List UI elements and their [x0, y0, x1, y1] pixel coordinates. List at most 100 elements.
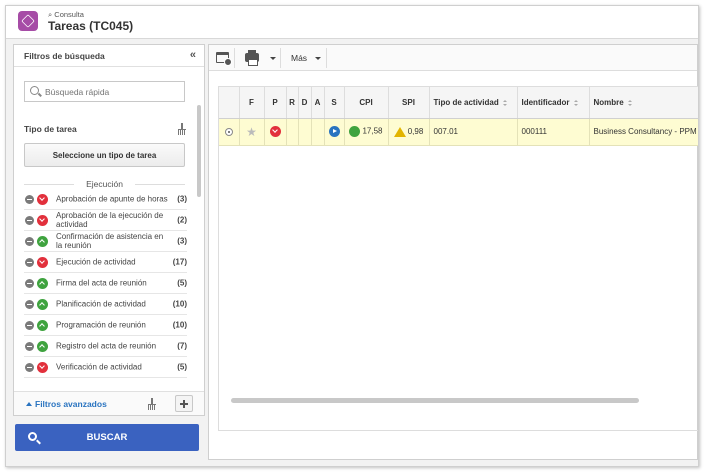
- results-panel: Más F P R D A S CPI SPI Tipo de activida…: [208, 44, 698, 460]
- col-header-activity-type[interactable]: Tipo de actividad: [429, 87, 518, 119]
- page-header: ⌕ Consulta Tareas (TC045): [6, 6, 698, 39]
- col-select: [219, 87, 240, 119]
- chevron-down-icon: [270, 57, 276, 60]
- collapse-sidebar-icon[interactable]: «: [190, 49, 196, 61]
- sidebar-title: Filtros de búsqueda: [24, 51, 105, 61]
- col-header-identifier[interactable]: Identificador: [517, 87, 590, 119]
- list-item-count: (17): [172, 257, 187, 267]
- col-header-spi[interactable]: SPI: [388, 87, 430, 119]
- col-header-a[interactable]: A: [311, 87, 325, 119]
- quick-search-box[interactable]: [24, 81, 185, 102]
- list-item[interactable]: Verificación de actividad (5): [24, 357, 187, 378]
- page-title: Tareas (TC045): [48, 19, 134, 33]
- list-item-count: (2): [177, 215, 187, 225]
- printer-icon: [245, 50, 259, 66]
- row-radio[interactable]: [224, 127, 233, 136]
- col-header-r[interactable]: R: [286, 87, 299, 119]
- cpi-cell: 17,58: [344, 118, 389, 146]
- minus-icon: [25, 258, 34, 267]
- list-item-count: (10): [172, 299, 187, 309]
- new-record-button[interactable]: [211, 48, 235, 68]
- chevron-down-icon: [315, 57, 321, 60]
- list-item-label: Aprobación de apunte de horas: [56, 194, 168, 204]
- list-item-label: Verificación de actividad: [56, 362, 142, 372]
- list-item[interactable]: Ejecución de actividad (17): [24, 252, 187, 273]
- col-header-f[interactable]: F: [239, 87, 265, 119]
- list-item-label: Programación de reunión: [56, 320, 146, 330]
- star-icon[interactable]: ★: [246, 125, 257, 139]
- search-button[interactable]: BUSCAR: [15, 424, 199, 451]
- col-header-label: Identificador: [521, 97, 570, 107]
- calendar-add-icon: [216, 52, 232, 66]
- minus-icon: [25, 363, 34, 372]
- minus-icon: [25, 300, 34, 309]
- sort-icon: [502, 99, 507, 106]
- more-menu-label: Más: [291, 53, 308, 63]
- col-header-s[interactable]: S: [324, 87, 345, 119]
- filter-sidebar: Filtros de búsqueda « Tipo de tarea Sele…: [13, 44, 205, 416]
- print-button[interactable]: [239, 48, 281, 68]
- task-type-label: Tipo de tarea: [24, 124, 77, 134]
- select-task-type-button[interactable]: Seleccione un tipo de tarea: [24, 143, 185, 167]
- status-down-icon: [37, 257, 48, 268]
- quick-search-input[interactable]: [45, 85, 180, 99]
- status-up-icon: [37, 320, 48, 331]
- list-item[interactable]: Programación de reunión (10): [24, 315, 187, 336]
- add-filter-button[interactable]: [175, 395, 193, 412]
- minus-icon: [25, 237, 34, 246]
- sidebar-header: Filtros de búsqueda «: [14, 45, 204, 67]
- list-item-label: Confirmación de asistencia en la reunión: [56, 232, 164, 250]
- col-header-d[interactable]: D: [298, 87, 312, 119]
- window-frame: ⌕ Consulta Tareas (TC045) Filtros de bús…: [5, 5, 699, 467]
- list-item-count: (3): [177, 194, 187, 204]
- status-down-icon: [37, 194, 48, 205]
- status-down-icon: [37, 215, 48, 226]
- list-item[interactable]: Firma del acta de reunión (5): [24, 273, 187, 294]
- status-up-icon: [37, 236, 48, 247]
- r-cell: [286, 118, 299, 146]
- minus-icon: [25, 216, 34, 225]
- group-label-ejecucion: Ejecución: [24, 179, 185, 189]
- play-status-icon: [328, 126, 340, 137]
- minus-icon: [25, 279, 34, 288]
- row-select-cell[interactable]: [219, 118, 240, 146]
- priority-cell: [264, 118, 287, 146]
- cpi-green-dot-icon: [349, 126, 361, 137]
- sidebar-footer: Filtros avanzados: [14, 391, 204, 415]
- list-item[interactable]: Confirmación de asistencia en la reunión…: [24, 231, 187, 252]
- advanced-filters-label: Filtros avanzados: [35, 399, 107, 409]
- list-item[interactable]: Planificación de actividad (10): [24, 294, 187, 315]
- more-menu-button[interactable]: Más: [285, 48, 327, 68]
- advanced-filters-link[interactable]: Filtros avanzados: [26, 399, 107, 409]
- app-logo-icon: [18, 11, 38, 31]
- col-header-label: Nombre: [593, 97, 624, 107]
- name-cell: Business Consultancy - PPM: [589, 118, 698, 146]
- table-row[interactable]: ★ 17,58 0,98 007.01 000111 Business Cons…: [219, 118, 698, 146]
- list-item-count: (7): [177, 341, 187, 351]
- search-icon: [30, 86, 39, 95]
- d-cell: [298, 118, 312, 146]
- col-header-cpi[interactable]: CPI: [344, 87, 389, 119]
- list-item-label: Firma del acta de reunión: [56, 278, 147, 288]
- spi-cell: 0,98: [388, 118, 430, 146]
- clear-task-type-icon[interactable]: [178, 123, 186, 135]
- cpi-value: 17,58: [362, 126, 383, 136]
- list-item[interactable]: Aprobación de la ejecución de actividad …: [24, 210, 187, 231]
- col-header-label: Tipo de actividad: [433, 97, 499, 107]
- list-item[interactable]: Registro del acta de reunión (7): [24, 336, 187, 357]
- list-item-label: Ejecución de actividad: [56, 257, 136, 267]
- status-down-icon: [37, 362, 48, 373]
- breadcrumb-label: Consulta: [54, 10, 84, 19]
- a-cell: [311, 118, 325, 146]
- minus-icon: [25, 342, 34, 351]
- status-up-icon: [37, 278, 48, 289]
- sidebar-scrollbar[interactable]: [197, 105, 201, 197]
- horizontal-scrollbar[interactable]: [231, 398, 639, 403]
- clear-filters-icon[interactable]: [148, 398, 156, 410]
- list-item[interactable]: Aprobación de apunte de horas (3): [24, 189, 187, 210]
- favorite-cell[interactable]: ★: [239, 118, 265, 146]
- col-header-name[interactable]: Nombre: [589, 87, 698, 119]
- status-up-icon: [37, 299, 48, 310]
- col-header-p[interactable]: P: [264, 87, 287, 119]
- status-cell: [324, 118, 345, 146]
